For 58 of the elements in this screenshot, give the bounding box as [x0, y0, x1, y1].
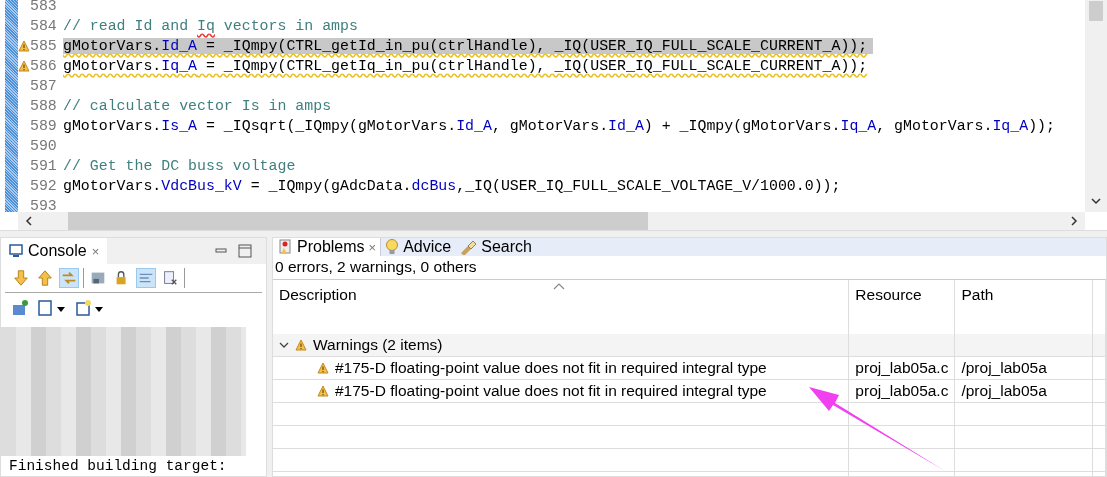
- warning-icon: [18, 60, 30, 72]
- table-cell: /proj_lab05a: [954, 356, 1093, 380]
- pin-icon[interactable]: [11, 299, 29, 317]
- warning-icon: [317, 362, 329, 374]
- line-number: 591: [29, 158, 58, 174]
- flashlight-icon: [459, 239, 478, 255]
- view-tab[interactable]: Advice: [381, 238, 456, 256]
- line-number: 590: [29, 138, 58, 154]
- code-line: gMotorVars.VdcBus_kV = _IQmpy(gAdcData.dcBus,_IQ(USER_IQ_FULL_SCALE_VOLTAGE_V/1000.0));: [63, 178, 842, 194]
- new-console-dropdown-icon[interactable]: [75, 299, 105, 317]
- group-label: Warnings (2 items): [313, 336, 443, 354]
- warning-description: #175-D floating-point value does not fit in required integral type: [335, 359, 767, 377]
- code-line: gMotorVars.Iq_A = _IQmpy(CTRL_getIq_in_pu(ctrlHandle), _IQ(USER_IQ_FULL_SCALE_CURRENT_A));: [63, 58, 869, 74]
- code-comment: // Get the DC buss voltage: [63, 158, 297, 174]
- horizontal-scrollbar[interactable]: [18, 212, 1085, 230]
- close-icon[interactable]: ×: [368, 239, 377, 255]
- line-number: 583: [29, 0, 58, 14]
- console-tab[interactable]: Console ×: [1, 238, 108, 264]
- chevron-down-icon[interactable]: [1090, 196, 1102, 206]
- warning-icon: [317, 385, 329, 397]
- down-arrow-icon: [12, 269, 30, 287]
- line-number: 585: [18, 38, 63, 54]
- close-icon[interactable]: ×: [91, 243, 100, 259]
- code-comment: // read Id and Iq vectors in amps: [63, 18, 359, 34]
- code-line: gMotorVars.Is_A = _IQsqrt(_IQmpy(gMotorVars.Id_A, gMotorVars.Id_A) + _IQmpy(gMotorVars.Iq_A, gMotorVars.Iq_A));: [63, 118, 1056, 134]
- chevron-down-icon[interactable]: [279, 340, 289, 350]
- line-number: 586: [18, 58, 63, 74]
- toolbar-button[interactable]: [11, 268, 31, 288]
- lightbulb-icon: [385, 238, 400, 256]
- scrollbar-thumb[interactable]: [1089, 1, 1103, 21]
- warning-icon: [295, 339, 307, 351]
- warning-icon: [18, 40, 30, 52]
- sort-caret-icon: [553, 282, 565, 290]
- table-cell: proj_lab05a.c: [848, 379, 955, 403]
- line-number: 584: [29, 18, 58, 34]
- table-cell: proj_lab05a.c: [848, 356, 955, 380]
- problems-icon: [277, 239, 293, 255]
- console-output-line: Finished building target:: [8, 457, 228, 476]
- line-number: 587: [29, 78, 58, 94]
- view-tab[interactable]: Problems ×: [273, 238, 382, 256]
- problems-summary: 0 errors, 2 warnings, 0 others: [273, 256, 1106, 280]
- double-arrow-icon: [60, 269, 78, 287]
- table-cell: /proj_lab05a: [954, 379, 1093, 403]
- view-tab[interactable]: Search: [455, 238, 536, 256]
- monitor-icon: [9, 244, 23, 258]
- code-comment: // calculate vector Is in amps: [63, 98, 333, 114]
- page-x-icon: [161, 269, 179, 287]
- line-number: 588: [29, 98, 58, 114]
- toolbar-button[interactable]: [35, 268, 55, 288]
- maximize-icon[interactable]: [238, 244, 252, 258]
- tree-group-row[interactable]: Warnings (2 items): [273, 334, 849, 357]
- line-number: 589: [29, 118, 58, 134]
- vertical-scrollbar[interactable]: [1085, 0, 1107, 212]
- warning-description: #175-D floating-point value does not fit in required integral type: [335, 382, 767, 400]
- line-number: 593: [29, 198, 58, 212]
- display-dropdown-icon[interactable]: [37, 299, 67, 317]
- line-number: 592: [29, 178, 58, 194]
- up-arrow-icon: [36, 269, 54, 287]
